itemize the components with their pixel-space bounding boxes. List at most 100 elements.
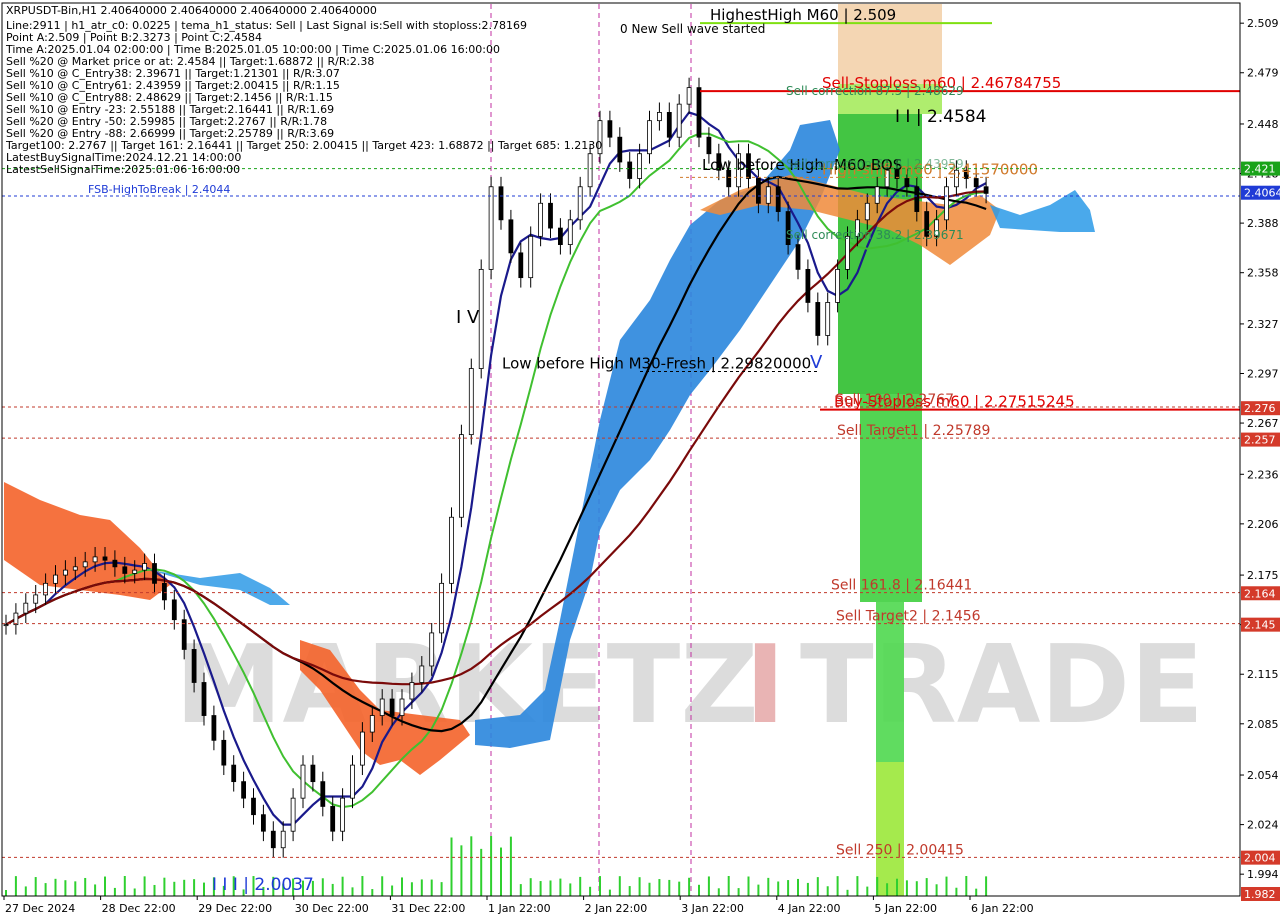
candle-body bbox=[33, 594, 39, 604]
level-label: Sell Target1 | 2.25789 bbox=[837, 423, 990, 439]
candle-body bbox=[765, 186, 771, 204]
zone-green-bottom bbox=[876, 602, 904, 762]
candle-body bbox=[300, 764, 306, 799]
candle-body bbox=[280, 830, 286, 849]
annotation-sell-correction-382: Sell correction 38.2 | 2.39671 bbox=[786, 228, 964, 242]
candle-body bbox=[409, 682, 415, 700]
candle-body bbox=[874, 186, 880, 204]
candle-body bbox=[696, 87, 702, 138]
candle-body bbox=[23, 602, 29, 614]
candle-body bbox=[983, 186, 989, 194]
candle-body bbox=[3, 624, 9, 627]
y-tick-label: 2.206 bbox=[1247, 518, 1279, 531]
price-tag-label: 2.276 bbox=[1244, 402, 1276, 415]
watermark-part1: MARKETZ bbox=[175, 623, 759, 748]
candle-body bbox=[756, 178, 761, 204]
candle-body bbox=[558, 227, 563, 246]
level-label: Sell 161.8 | 2.16441 bbox=[831, 578, 972, 594]
annotation-wave-iv: I V bbox=[456, 307, 480, 328]
candle-body bbox=[290, 797, 296, 832]
candle-body bbox=[528, 235, 534, 279]
y-tick-label: 2.054 bbox=[1247, 769, 1279, 782]
price-tag-label: 2.4064 bbox=[1244, 187, 1280, 200]
candle-body bbox=[815, 302, 821, 336]
level-label: Sell Target2 | 2.1456 bbox=[836, 609, 981, 625]
candle-body bbox=[538, 202, 543, 237]
watermark-part2: I bbox=[745, 623, 785, 748]
candle-body bbox=[666, 112, 672, 138]
price-tag-label: 2.004 bbox=[1244, 852, 1276, 865]
annotation-new-sell-wave: 0 New Sell wave started bbox=[620, 22, 765, 36]
candle-body bbox=[369, 715, 375, 733]
candle-body bbox=[53, 574, 58, 584]
candle-body bbox=[102, 556, 108, 561]
y-tick-label: 2.448 bbox=[1247, 118, 1279, 131]
candle-body bbox=[92, 556, 98, 563]
candle-body bbox=[231, 764, 237, 783]
x-tick-label: 2 Jan 22:00 bbox=[585, 902, 648, 915]
candle-body bbox=[864, 202, 870, 221]
candle-body bbox=[72, 566, 78, 571]
candle-body bbox=[647, 120, 652, 155]
candle-body bbox=[112, 559, 118, 568]
candle-body bbox=[389, 698, 395, 716]
symbol-header: XRPUSDT-Bin,H1 2.40640000 2.40640000 2.4… bbox=[6, 4, 377, 17]
price-tag-label: 2.421 bbox=[1244, 163, 1276, 176]
candle-body bbox=[251, 797, 256, 816]
candle-body bbox=[835, 268, 840, 303]
candle-body bbox=[587, 153, 593, 188]
candle-body bbox=[63, 569, 68, 576]
candle-body bbox=[508, 219, 514, 254]
x-tick-label: 27 Dec 2024 bbox=[5, 902, 75, 915]
x-tick-label: 5 Jan 22:00 bbox=[874, 902, 937, 915]
annotation-sell-correction-618: Sell correction 61.8 | 2.43959 bbox=[786, 157, 964, 171]
chart-root: MARKETZ I TRADE HighestHigh M60 | 2.509 … bbox=[0, 0, 1280, 920]
candle-body bbox=[657, 112, 662, 122]
candle-body bbox=[706, 136, 712, 155]
candle-body bbox=[904, 178, 910, 188]
candle-body bbox=[458, 434, 464, 518]
candle-body bbox=[973, 178, 979, 188]
annotation-sell-correction-875: Sell correction 87.5 | 2.48629 bbox=[786, 84, 964, 98]
candle-body bbox=[82, 561, 88, 568]
candle-body bbox=[13, 612, 19, 626]
candle-body bbox=[676, 103, 682, 138]
y-tick-label: 2.297 bbox=[1247, 367, 1279, 380]
candle-body bbox=[637, 153, 642, 179]
candle-body bbox=[122, 566, 128, 574]
candle-body bbox=[221, 739, 227, 766]
candle-body bbox=[488, 186, 494, 270]
candle-body bbox=[686, 87, 692, 105]
x-tick-label: 4 Jan 22:00 bbox=[778, 902, 841, 915]
candle-body bbox=[310, 764, 316, 783]
price-tag-label: 2.257 bbox=[1244, 434, 1276, 447]
level-label: Sell 250 | 2.00415 bbox=[836, 842, 964, 858]
candle-body bbox=[161, 582, 167, 601]
candle-body bbox=[805, 268, 811, 303]
annotation-wave-v: V bbox=[810, 352, 823, 373]
candle-body bbox=[548, 202, 553, 229]
candle-body bbox=[478, 268, 484, 369]
candle-body bbox=[260, 814, 266, 832]
candle-body bbox=[270, 830, 276, 849]
level-label: Low before High M30-Fresh | 2.29820000 bbox=[502, 355, 811, 373]
y-tick-label: 2.175 bbox=[1247, 569, 1279, 582]
y-tick-label: 2.267 bbox=[1247, 417, 1279, 430]
candle-body bbox=[617, 136, 623, 163]
y-tick-label: 2.479 bbox=[1247, 67, 1279, 80]
y-tick-label: 2.024 bbox=[1247, 819, 1279, 832]
candle-body bbox=[518, 252, 524, 279]
candle-body bbox=[171, 599, 177, 621]
zone-lime-bottom bbox=[876, 762, 904, 896]
candle-body bbox=[359, 731, 365, 766]
candle-body bbox=[449, 516, 454, 584]
level-label: FSB-HighToBreak | 2.4044 bbox=[88, 183, 230, 196]
x-tick-label: 30 Dec 22:00 bbox=[295, 902, 369, 915]
candle-body bbox=[607, 120, 613, 138]
x-tick-label: 3 Jan 22:00 bbox=[681, 902, 744, 915]
candle-body bbox=[567, 219, 573, 246]
candle-body bbox=[320, 781, 326, 807]
candle-body bbox=[132, 569, 138, 574]
candle-body bbox=[399, 698, 405, 716]
annotation-wave-iii: I I I | 2.0037 bbox=[212, 875, 314, 895]
